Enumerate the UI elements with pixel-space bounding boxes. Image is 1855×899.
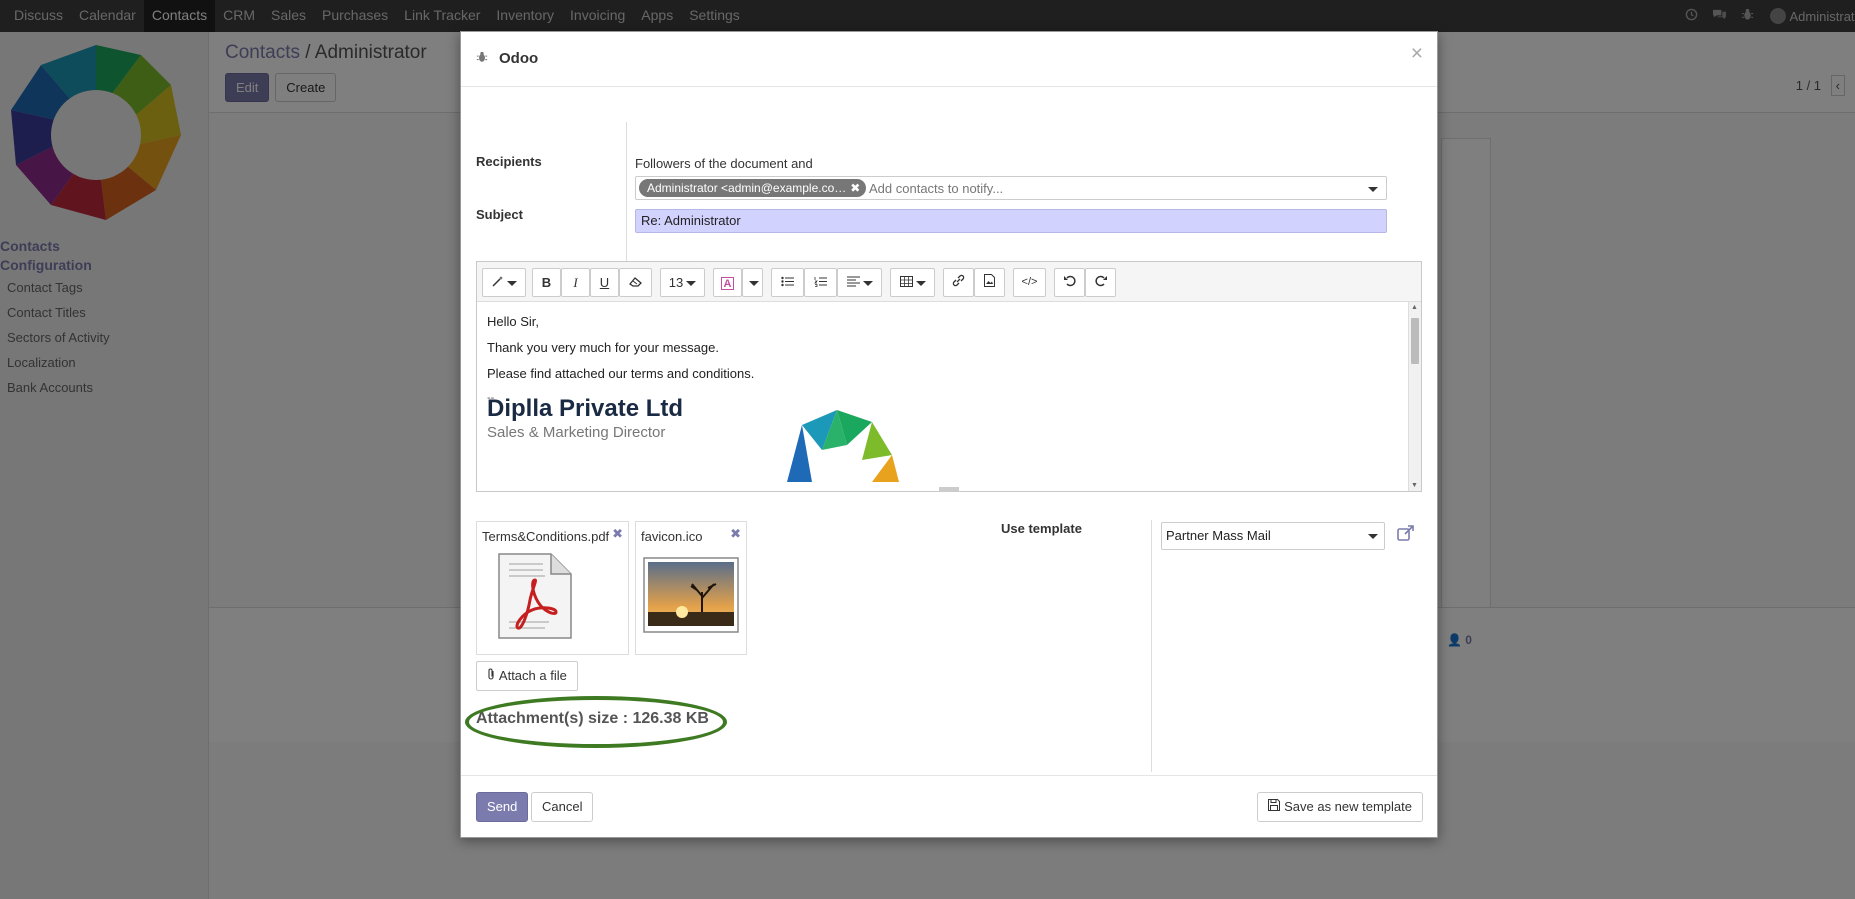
signature-logo bbox=[787, 410, 899, 482]
bullet-list-icon bbox=[781, 276, 794, 287]
eraser-icon bbox=[629, 277, 642, 287]
font-size-value: 13 bbox=[668, 275, 684, 290]
html-editor: B I U 13 A </> Hello Sir, Thank you very… bbox=[476, 261, 1422, 492]
save-template-label: Save as new template bbox=[1284, 799, 1412, 814]
attachment-card: Terms&Conditions.pdf ✖ bbox=[476, 521, 629, 655]
template-value: Partner Mass Mail bbox=[1166, 528, 1271, 543]
template-select[interactable]: Partner Mass Mail bbox=[1161, 522, 1385, 550]
link-button[interactable] bbox=[943, 268, 974, 297]
external-link-icon[interactable] bbox=[1397, 525, 1415, 541]
redo-icon bbox=[1094, 275, 1107, 287]
attachment-name[interactable]: favicon.ico bbox=[641, 529, 702, 544]
highlight-oval bbox=[465, 696, 727, 748]
font-size-dropdown[interactable]: 13 bbox=[660, 268, 705, 297]
file-image-icon bbox=[984, 274, 995, 287]
close-icon[interactable]: × bbox=[1411, 42, 1423, 66]
remove-attachment-icon[interactable]: ✖ bbox=[612, 526, 623, 542]
code-view-button[interactable]: </> bbox=[1013, 268, 1046, 297]
recipients-input[interactable]: Administrator <admin@example.co… ✖ Add c… bbox=[635, 176, 1387, 200]
field-separator bbox=[626, 122, 627, 282]
table-icon bbox=[899, 276, 913, 287]
scrollbar-thumb[interactable] bbox=[1411, 318, 1419, 364]
recipients-label: Recipients bbox=[476, 154, 542, 169]
signature-job-title: Sales & Marketing Director bbox=[487, 424, 666, 441]
pdf-file-icon bbox=[498, 553, 572, 639]
code-icon: </> bbox=[1021, 276, 1038, 288]
debug-bug-icon bbox=[476, 51, 488, 66]
bullet-list-button[interactable] bbox=[771, 268, 804, 297]
remove-tag-icon[interactable]: ✖ bbox=[850, 179, 860, 197]
save-icon bbox=[1268, 799, 1281, 811]
chevron-down-icon bbox=[1368, 534, 1378, 539]
align-dropdown[interactable] bbox=[837, 268, 882, 297]
style-dropdown[interactable] bbox=[482, 268, 526, 297]
resize-handle[interactable] bbox=[939, 487, 959, 492]
recipients-placeholder: Add contacts to notify... bbox=[869, 181, 1004, 196]
underline-button[interactable]: U bbox=[590, 268, 619, 297]
compose-email-dialog: Odoo × Recipients Followers of the docum… bbox=[460, 31, 1438, 838]
italic-button[interactable]: I bbox=[561, 268, 590, 297]
attachment-name[interactable]: Terms&Conditions.pdf bbox=[482, 529, 609, 544]
attach-file-label: Attach a file bbox=[498, 668, 567, 683]
body-line: Thank you very much for your message. bbox=[487, 340, 719, 355]
recipient-tag: Administrator <admin@example.co… ✖ bbox=[639, 179, 867, 197]
field-separator bbox=[1151, 520, 1152, 772]
bold-button[interactable]: B bbox=[532, 268, 561, 297]
attach-file-button[interactable]: Attach a file bbox=[476, 661, 578, 691]
link-icon bbox=[952, 274, 965, 287]
undo-button[interactable] bbox=[1054, 268, 1085, 297]
save-as-new-template-button[interactable]: Save as new template bbox=[1257, 792, 1423, 822]
subject-label: Subject bbox=[476, 207, 523, 222]
text-color-button[interactable]: A bbox=[713, 268, 742, 297]
use-template-label: Use template bbox=[1001, 521, 1082, 536]
chevron-down-icon bbox=[749, 281, 759, 287]
editor-toolbar: B I U 13 A </> bbox=[477, 262, 1421, 302]
chevron-down-icon[interactable] bbox=[1368, 187, 1378, 192]
text-color-dropdown[interactable] bbox=[742, 268, 763, 297]
magic-wand-icon bbox=[491, 276, 503, 287]
paperclip-icon bbox=[488, 668, 494, 680]
dialog-header: Odoo × bbox=[461, 32, 1437, 87]
redo-button[interactable] bbox=[1085, 268, 1116, 297]
eraser-button[interactable] bbox=[619, 268, 652, 297]
body-line: Hello Sir, bbox=[487, 314, 540, 329]
image-button[interactable] bbox=[974, 268, 1005, 297]
numbered-list-icon bbox=[814, 277, 827, 287]
editor-scrollbar[interactable]: ▲ ▼ bbox=[1408, 302, 1421, 491]
numbered-list-button[interactable] bbox=[804, 268, 837, 297]
font-color-icon: A bbox=[721, 277, 734, 290]
remove-attachment-icon[interactable]: ✖ bbox=[730, 526, 741, 542]
scroll-up-icon[interactable]: ▲ bbox=[1411, 304, 1418, 311]
align-left-icon bbox=[846, 276, 860, 287]
body-line: Please find attached our terms and condi… bbox=[487, 366, 755, 381]
image-file-icon bbox=[643, 557, 739, 633]
recipient-tag-label: Administrator <admin@example.co… bbox=[647, 181, 847, 195]
table-dropdown[interactable] bbox=[890, 268, 935, 297]
attachment-card: favicon.ico ✖ bbox=[635, 521, 747, 655]
cancel-button[interactable]: Cancel bbox=[531, 792, 594, 822]
send-button[interactable]: Send bbox=[476, 792, 529, 822]
followers-text: Followers of the document and bbox=[635, 156, 813, 171]
undo-icon bbox=[1063, 275, 1076, 287]
dialog-footer: Send Cancel Save as new template bbox=[461, 775, 1437, 837]
subject-input[interactable]: Re: Administrator bbox=[635, 209, 1387, 233]
signature-company: Diplla Private Ltd bbox=[487, 395, 684, 422]
scroll-down-icon[interactable]: ▼ bbox=[1411, 482, 1418, 489]
dialog-title: Odoo bbox=[499, 50, 539, 67]
